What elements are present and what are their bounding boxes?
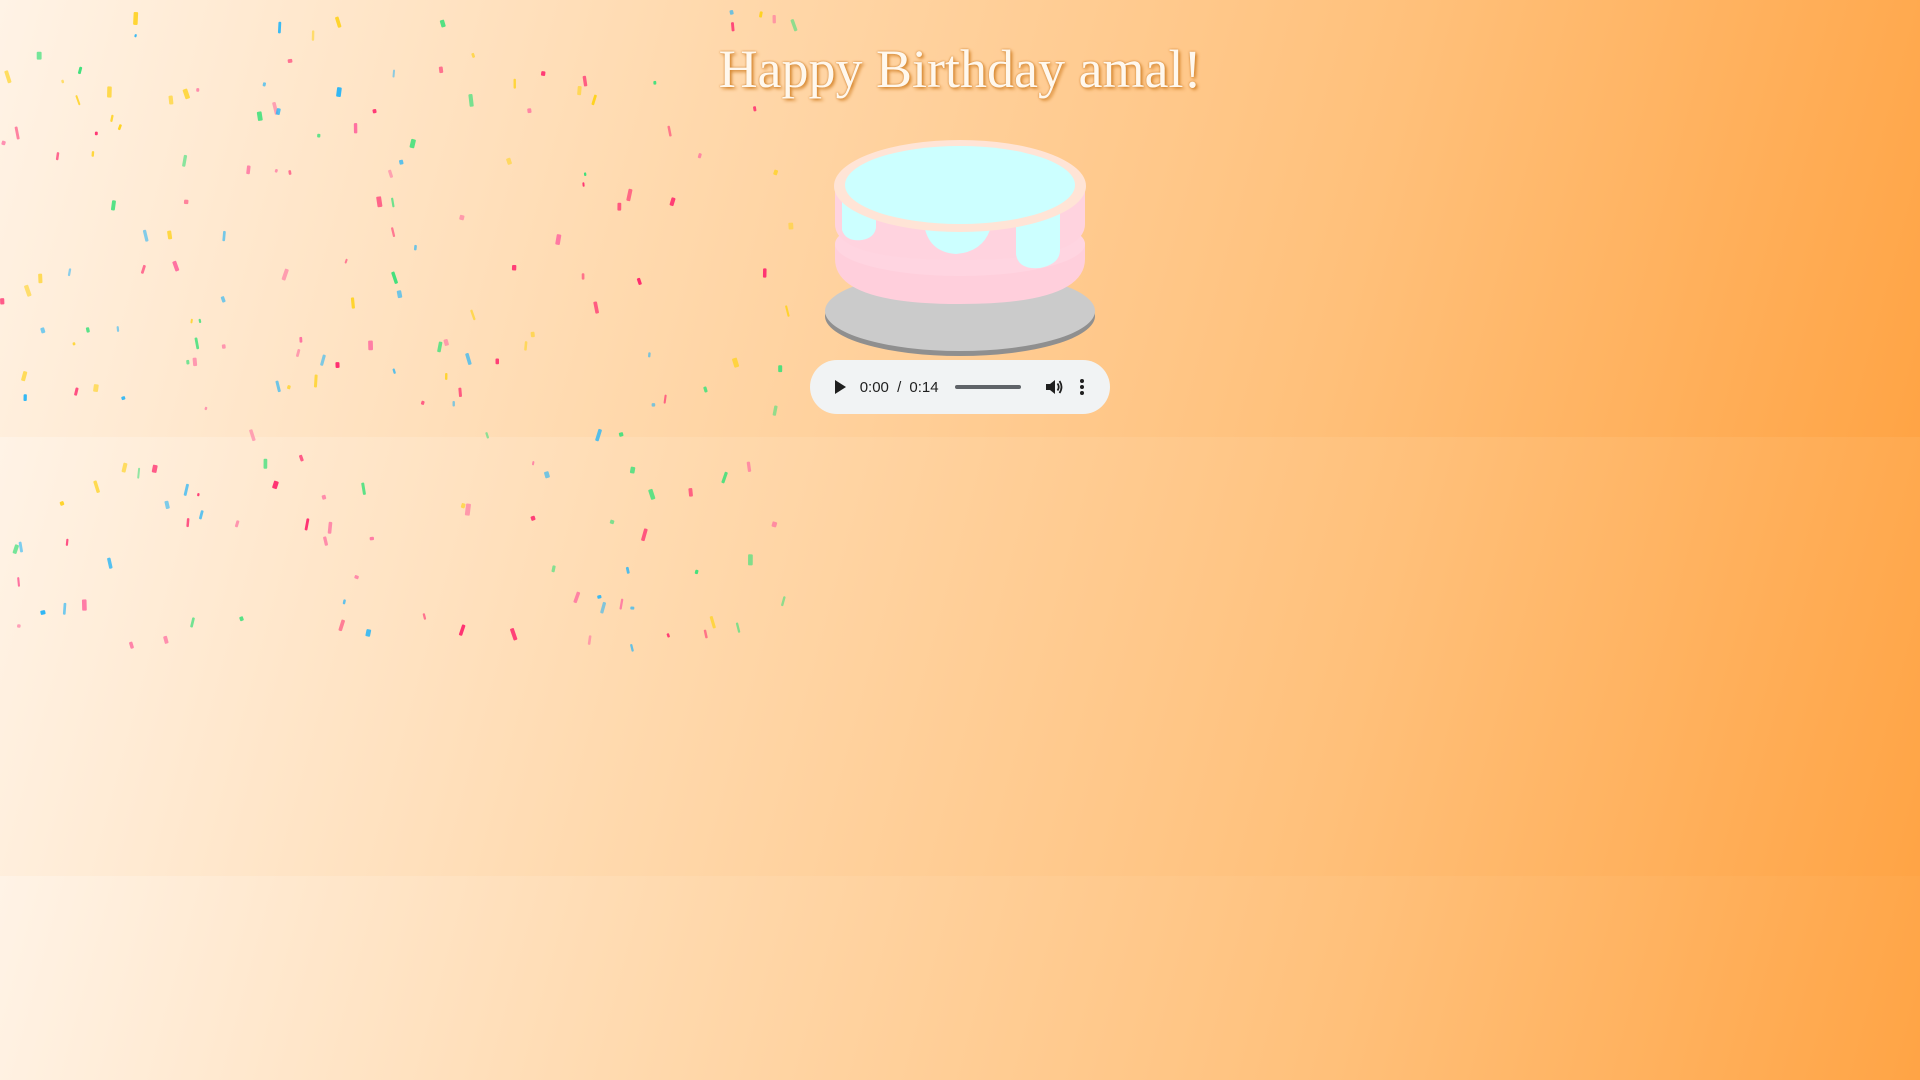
volume-icon (1046, 380, 1063, 394)
audio-time-separator: / (897, 378, 902, 396)
audio-duration: 0:14 (909, 378, 939, 396)
page-title: Happy Birthday amal! (718, 39, 1202, 99)
audio-seek-bar[interactable] (954, 385, 1021, 389)
play-button[interactable] (828, 373, 852, 401)
background-band-middle (0, 437, 1920, 876)
audio-time-display: 0:00 / 0:14 (860, 379, 939, 396)
audio-player: 0:00 / 0:14 (810, 360, 1110, 414)
more-vert-icon (1080, 379, 1085, 395)
more-options-button[interactable] (1070, 373, 1094, 401)
cake-top-icing (845, 146, 1075, 224)
mute-button[interactable] (1043, 373, 1067, 401)
background-band-bottom (0, 876, 1920, 1080)
birthday-cake (825, 140, 1095, 356)
audio-current-time: 0:00 (859, 378, 889, 396)
play-icon (834, 380, 846, 394)
